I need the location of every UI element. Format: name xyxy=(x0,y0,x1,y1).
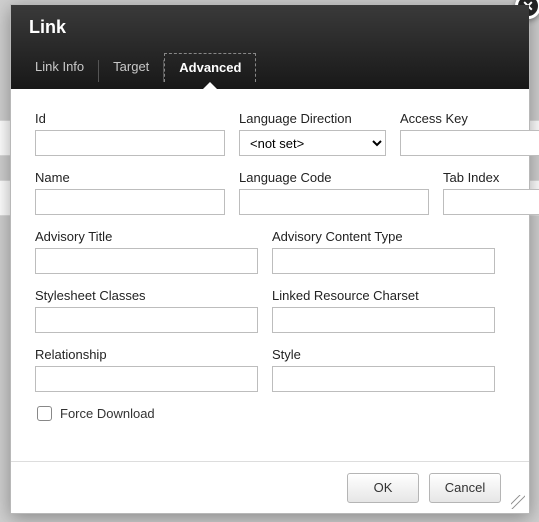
label-access-key: Access Key xyxy=(400,111,539,126)
input-name[interactable] xyxy=(35,189,225,215)
label-force-download: Force Download xyxy=(60,406,155,421)
label-language-code: Language Code xyxy=(239,170,429,185)
dialog-footer: OK Cancel xyxy=(11,461,529,513)
label-advisory-title: Advisory Title xyxy=(35,229,258,244)
label-stylesheet-classes: Stylesheet Classes xyxy=(35,288,258,303)
ok-button[interactable]: OK xyxy=(347,473,419,503)
field-access-key: Access Key xyxy=(400,111,539,156)
resize-handle[interactable] xyxy=(511,495,525,509)
field-tab-index: Tab Index xyxy=(443,170,539,215)
link-dialog: ✕ Link Link Info Target Advanced Id Lang… xyxy=(10,4,530,514)
label-tab-index: Tab Index xyxy=(443,170,539,185)
input-advisory-content-type[interactable] xyxy=(272,248,495,274)
field-advisory-title: Advisory Title xyxy=(35,229,258,274)
field-language-direction: Language Direction <not set> xyxy=(239,111,386,156)
tab-advanced[interactable]: Advanced xyxy=(164,53,256,82)
input-style[interactable] xyxy=(272,366,495,392)
field-linked-resource-charset: Linked Resource Charset xyxy=(272,288,495,333)
input-language-code[interactable] xyxy=(239,189,429,215)
input-linked-resource-charset[interactable] xyxy=(272,307,495,333)
input-advisory-title[interactable] xyxy=(35,248,258,274)
dialog-header: Link Link Info Target Advanced xyxy=(11,5,529,89)
checkbox-force-download[interactable] xyxy=(37,406,52,421)
input-stylesheet-classes[interactable] xyxy=(35,307,258,333)
tab-target[interactable]: Target xyxy=(99,53,163,82)
label-linked-resource-charset: Linked Resource Charset xyxy=(272,288,495,303)
input-id[interactable] xyxy=(35,130,225,156)
label-style: Style xyxy=(272,347,495,362)
field-name: Name xyxy=(35,170,225,215)
label-language-direction: Language Direction xyxy=(239,111,386,126)
field-language-code: Language Code xyxy=(239,170,429,215)
label-name: Name xyxy=(35,170,225,185)
dialog-body: Id Language Direction <not set> Access K… xyxy=(11,89,529,431)
field-relationship: Relationship xyxy=(35,347,258,392)
input-relationship[interactable] xyxy=(35,366,258,392)
select-language-direction[interactable]: <not set> xyxy=(239,130,386,156)
field-stylesheet-classes: Stylesheet Classes xyxy=(35,288,258,333)
cancel-button[interactable]: Cancel xyxy=(429,473,501,503)
tab-bar: Link Info Target Advanced xyxy=(11,48,529,82)
field-id: Id xyxy=(35,111,225,156)
field-style: Style xyxy=(272,347,495,392)
input-access-key[interactable] xyxy=(400,130,539,156)
field-force-download: Force Download xyxy=(37,406,505,421)
field-advisory-content-type: Advisory Content Type xyxy=(272,229,495,274)
input-tab-index[interactable] xyxy=(443,189,539,215)
label-advisory-content-type: Advisory Content Type xyxy=(272,229,495,244)
tab-link-info[interactable]: Link Info xyxy=(21,53,98,82)
label-relationship: Relationship xyxy=(35,347,258,362)
label-id: Id xyxy=(35,111,225,126)
dialog-title: Link xyxy=(11,5,529,48)
